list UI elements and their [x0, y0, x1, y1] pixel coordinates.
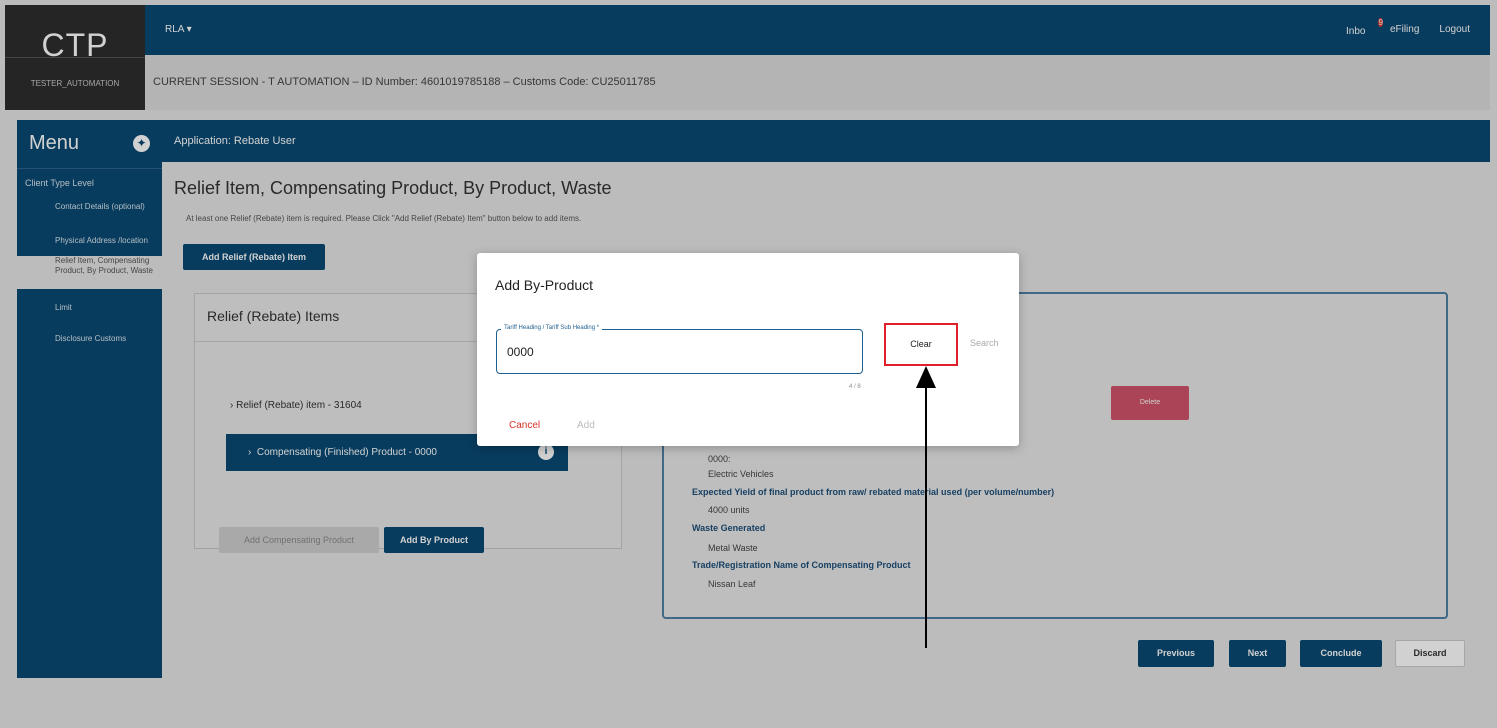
- search-button[interactable]: Search: [970, 338, 999, 348]
- dialog-title: Add By-Product: [495, 277, 594, 293]
- add-by-product-dialog: Add By-Product Tariff Heading / Tariff S…: [477, 253, 1019, 446]
- cancel-button[interactable]: Cancel: [509, 420, 540, 431]
- character-counter: 4 / 8: [849, 384, 861, 390]
- tariff-heading-label: Tariff Heading / Tariff Sub Heading *: [501, 325, 603, 331]
- add-button[interactable]: Add: [577, 420, 595, 431]
- annotation-arrow-line: [925, 385, 927, 648]
- tariff-heading-field[interactable]: [496, 329, 863, 374]
- clear-button[interactable]: Clear: [884, 323, 958, 366]
- tariff-heading-input[interactable]: [505, 344, 849, 360]
